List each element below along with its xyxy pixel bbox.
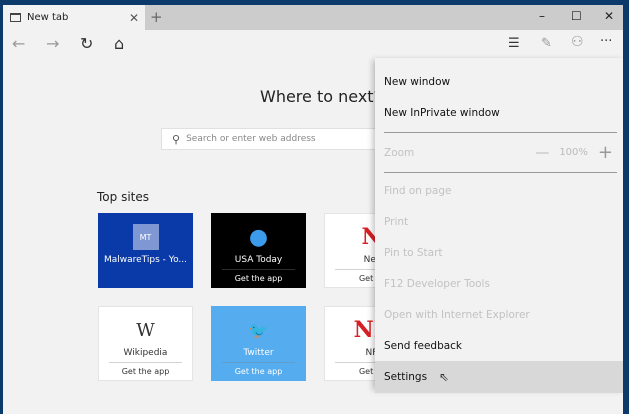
site-logo-icon: MT [132, 224, 159, 250]
page-title: Where to next? [260, 87, 383, 106]
top-site-tile[interactable]: W Wikipedia Get the app [98, 306, 193, 381]
more-icon[interactable]: ··· [600, 34, 612, 49]
web-note-icon[interactable]: ✎ [541, 36, 552, 51]
close-window-button[interactable]: ✕ [604, 9, 614, 23]
minimize-button[interactable]: – [539, 9, 545, 23]
more-menu: New window New InPrivate window Zoom — 1… [375, 58, 623, 393]
tab-page-icon [10, 13, 21, 22]
site-logo-icon: W [136, 319, 155, 341]
search-placeholder: Search or enter web address [186, 134, 316, 144]
menu-find-on-page[interactable]: Find on page [375, 175, 623, 206]
mouse-cursor-icon: ⇖ [439, 370, 450, 384]
close-tab-icon[interactable]: ✕ [129, 11, 139, 25]
get-the-app-link[interactable]: Get the app [222, 362, 295, 376]
menu-pin-to-start[interactable]: Pin to Start [375, 237, 623, 268]
top-site-tile[interactable]: MT MalwareTips - Yo... [98, 213, 193, 288]
tab-bar: New tab ✕ + – ☐ ✕ [3, 5, 623, 30]
menu-divider [384, 132, 617, 133]
top-sites-label: Top sites [97, 190, 149, 204]
menu-new-inprivate-window[interactable]: New InPrivate window [375, 97, 623, 128]
back-icon[interactable]: ← [12, 34, 25, 53]
share-icon[interactable]: ⚇ [571, 34, 584, 50]
refresh-icon[interactable]: ↻ [80, 34, 93, 53]
site-name: Wikipedia [123, 348, 168, 358]
browser-window: New tab ✕ + – ☐ ✕ ← → ↻ ⌂ ☰ ✎ ⚇ ··· Wher… [3, 5, 623, 414]
home-icon[interactable]: ⌂ [114, 34, 124, 53]
site-logo-icon: 🐦 [248, 320, 269, 340]
menu-print[interactable]: Print [375, 206, 623, 237]
top-site-tile[interactable]: 🐦 Twitter Get the app [211, 306, 306, 381]
menu-f12-developer-tools[interactable]: F12 Developer Tools [375, 268, 623, 299]
menu-settings[interactable]: Settings ⇖ [375, 361, 623, 393]
toolbar: ← → ↻ ⌂ ☰ ✎ ⚇ ··· [3, 30, 623, 58]
get-the-app-link[interactable]: Get the app [109, 362, 182, 376]
zoom-in-button[interactable]: + [598, 142, 613, 163]
hub-icon[interactable]: ☰ [508, 36, 520, 51]
menu-open-with-ie[interactable]: Open with Internet Explorer [375, 299, 623, 330]
zoom-label: Zoom [384, 146, 415, 159]
forward-icon[interactable]: → [46, 34, 59, 53]
search-icon: ⚲ [172, 132, 181, 146]
site-name: USA Today [234, 255, 283, 265]
site-logo-icon: ● [248, 224, 269, 250]
tab-new-tab[interactable]: New tab ✕ [3, 5, 145, 30]
menu-new-window[interactable]: New window [375, 66, 623, 97]
menu-send-feedback[interactable]: Send feedback [375, 330, 623, 361]
top-site-tile[interactable]: ● USA Today Get the app [211, 213, 306, 288]
maximize-button[interactable]: ☐ [571, 9, 582, 23]
get-the-app-link[interactable]: Get the app [222, 269, 295, 283]
zoom-out-button[interactable]: — [535, 145, 549, 161]
settings-label: Settings [384, 371, 428, 383]
menu-zoom: Zoom — 100% + [375, 137, 623, 168]
tab-title: New tab [27, 12, 69, 23]
site-name: MalwareTips - Yo... [103, 255, 188, 265]
zoom-value: 100% [559, 147, 588, 158]
site-name: Twitter [243, 348, 274, 358]
menu-divider [384, 172, 617, 173]
new-tab-button[interactable]: + [150, 8, 163, 26]
search-input[interactable]: ⚲ Search or enter web address [161, 128, 381, 150]
